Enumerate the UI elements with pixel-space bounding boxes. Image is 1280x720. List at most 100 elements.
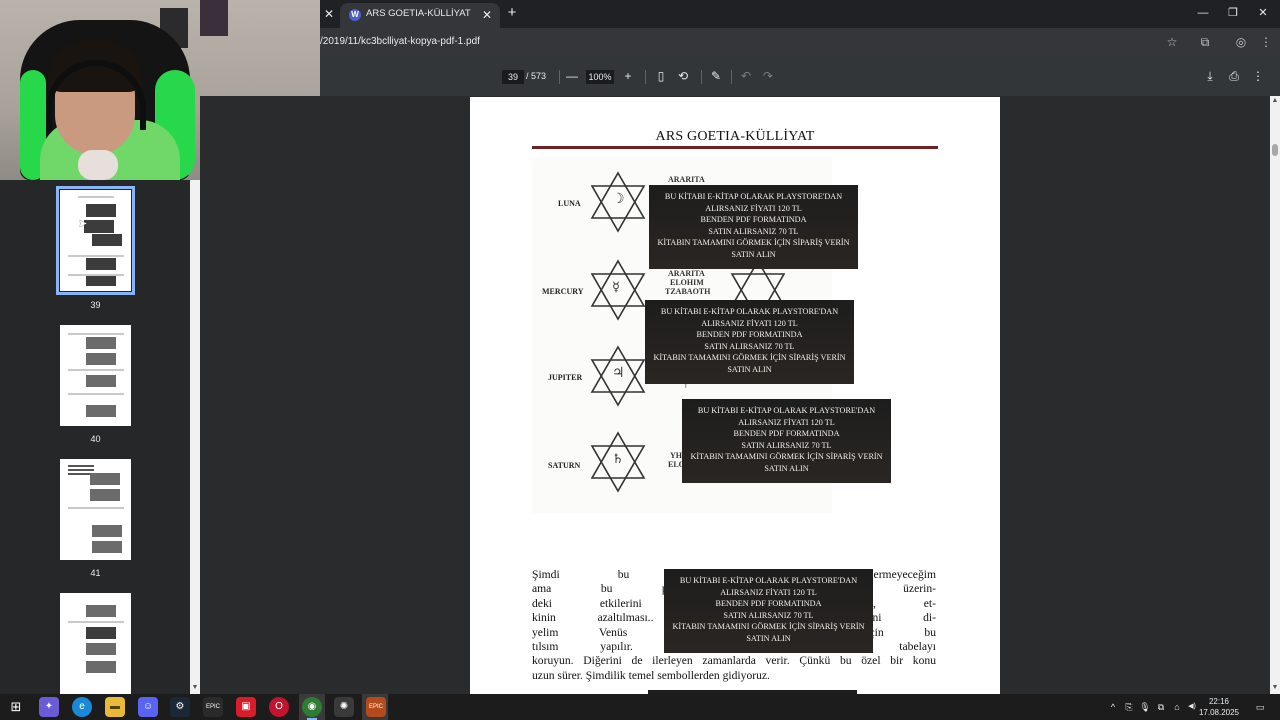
- ad-line: BU KİTABI E-KİTAP OLARAK PLAYSTORE'DAN: [697, 406, 876, 415]
- file-explorer-icon[interactable]: ▬: [105, 697, 125, 717]
- annotate-icon[interactable]: ✎: [709, 69, 723, 83]
- rotate-icon[interactable]: ⟲: [676, 69, 690, 83]
- body-line: uzun sürer. Şimdilik temel sembollerden …: [532, 668, 770, 682]
- thumb-block: [86, 375, 116, 387]
- ad-line: BENDEN PDF FORMATINDA: [700, 215, 807, 225]
- new-tab-button[interactable]: +: [505, 4, 519, 22]
- thumb-line: [78, 196, 114, 198]
- print-icon[interactable]: ⎙: [1227, 69, 1241, 83]
- ad-line: BU KİTABI E-KİTAP OLARAK PLAYSTORE'DAN: [679, 576, 858, 585]
- edge-icon[interactable]: e: [72, 697, 92, 717]
- watermark-ad-box: BU KİTABI E-KİTAP OLARAK PLAYSTORE'DAN A…: [682, 399, 891, 483]
- tray-app-icon[interactable]: ⎘: [1123, 701, 1135, 713]
- epic-games-icon[interactable]: EPIC: [203, 697, 223, 717]
- ad-line: SATIN ALIN: [746, 633, 791, 643]
- start-icon[interactable]: ⊞: [6, 697, 26, 717]
- scroll-up-icon[interactable]: ▲: [1270, 97, 1280, 105]
- ad-line: BENDEN PDF FORMATINDA: [715, 599, 822, 609]
- thumbnail-label: 41: [90, 568, 101, 578]
- extensions-icon[interactable]: ⧉: [1198, 35, 1212, 49]
- minimize-icon[interactable]: —: [1196, 6, 1210, 20]
- mercury-symbol-icon: ☿: [612, 279, 620, 294]
- thumb-block: [90, 473, 120, 485]
- page-thumbnail-40[interactable]: [60, 325, 131, 426]
- undo-icon[interactable]: ↶: [739, 69, 753, 83]
- redo-icon[interactable]: ↷: [761, 69, 775, 83]
- pdf-viewer[interactable]: ARS GOETIA-KÜLLİYAT LUNA MERCURY JUPITER…: [200, 96, 1280, 717]
- clock-time: 22:16: [1208, 697, 1230, 706]
- webcam-hand: [78, 150, 118, 180]
- steam-icon[interactable]: ⚙: [170, 697, 190, 717]
- page-thumbnail-39[interactable]: [56, 186, 135, 295]
- pdf-more-icon[interactable]: ⋮: [1251, 69, 1265, 83]
- zoom-out-icon[interactable]: —: [565, 69, 579, 83]
- page-number-input[interactable]: 39: [502, 70, 524, 84]
- thumb-block: [86, 258, 116, 270]
- profile-icon[interactable]: ◎: [1234, 35, 1248, 49]
- discord-icon[interactable]: ☺: [138, 697, 158, 717]
- ad-line: SATIN ALIN: [764, 463, 809, 473]
- thumb-line: [68, 473, 90, 475]
- previous-tab-close-icon[interactable]: ✕: [322, 6, 336, 22]
- thumb-block: [86, 276, 116, 286]
- ad-line: KİTABIN TAMAMINI GÖRMEK İÇİN SİPARİŞ VER…: [657, 238, 850, 248]
- red-app-icon[interactable]: ▣: [236, 697, 256, 717]
- page-title: ARS GOETIA-KÜLLİYAT: [655, 129, 815, 144]
- thumb-block: [92, 525, 122, 537]
- thumb-line: [68, 469, 94, 471]
- tab-title: ARS GOETIA-KÜLLİYAT: [366, 8, 471, 19]
- watermark-ad-box: BU KİTABI E-KİTAP OLARAK PLAYSTORE'DAN A…: [664, 569, 873, 653]
- mouse-cursor-icon: ➤: [78, 218, 88, 230]
- address-bar[interactable]: /2019/11/kc3bclliyat-kopya-pdf-1.pdf: [320, 36, 480, 47]
- webcam-poster: [200, 0, 228, 36]
- thumb-block: [86, 353, 116, 365]
- ad-line: KİTABIN TAMAMINI GÖRMEK İÇİN SİPARİŞ VER…: [653, 353, 846, 363]
- ad-line: BENDEN PDF FORMATINDA: [696, 330, 803, 340]
- restore-icon[interactable]: ❐: [1226, 6, 1240, 20]
- scrollbar-thumb[interactable]: [1272, 144, 1278, 156]
- hebrew-label: TZABAOTH: [665, 287, 711, 296]
- ad-line: ALIRSANIZ FİYATI 120 TL: [705, 203, 802, 213]
- scroll-down-icon[interactable]: ▼: [190, 684, 200, 692]
- viewer-scrollbar[interactable]: ▲ ▼: [1270, 96, 1280, 694]
- copilot-icon[interactable]: ✦: [39, 697, 59, 717]
- zoom-level-input[interactable]: 100%: [586, 70, 614, 84]
- ad-line: KİTABIN TAMAMINI GÖRMEK İÇİN SİPARİŞ VER…: [690, 452, 883, 462]
- watermark-ad-box: BU KİTABI E-KİTAP OLARAK PLAYSTORE'DAN A…: [649, 185, 858, 269]
- tray-chevron-icon[interactable]: ^: [1107, 701, 1119, 713]
- chrome-icon[interactable]: ◉: [302, 697, 322, 717]
- thumb-block: [86, 204, 116, 217]
- zoom-in-icon[interactable]: +: [621, 69, 635, 83]
- windows-taskbar: ⊞ ✦ e ▬ ☺ ⚙ EPIC ▣ O ◉ ✺ EPIC ^ ⎘ 🎙 ⧉ ⌂ …: [0, 694, 1280, 720]
- clock-date: 17.08.2025: [1198, 708, 1240, 717]
- active-tab[interactable]: W ARS GOETIA-KÜLLİYAT ✕: [340, 3, 500, 28]
- fit-page-icon[interactable]: ▯: [654, 69, 668, 83]
- page-thumbnail-42[interactable]: [60, 593, 131, 694]
- microphone-icon[interactable]: 🎙: [1139, 701, 1151, 713]
- ad-line: ALIRSANIZ FİYATI 120 TL: [720, 587, 817, 597]
- opera-icon[interactable]: O: [269, 697, 289, 717]
- epic-games-2-icon[interactable]: EPIC: [366, 697, 386, 717]
- ad-line: KİTABIN TAMAMINI GÖRMEK İÇİN SİPARİŞ VER…: [672, 622, 865, 632]
- page-total: / 573: [526, 71, 547, 81]
- thumbnail-label: 39: [90, 300, 101, 310]
- planet-label: MERCURY: [542, 287, 584, 296]
- tab-close-icon[interactable]: ✕: [482, 7, 492, 23]
- browser-menu-icon[interactable]: ⋮: [1259, 35, 1273, 49]
- saturn-symbol-icon: ♄: [612, 451, 624, 466]
- system-clock[interactable]: 22:16 17.08.2025: [1198, 696, 1240, 718]
- scroll-down-icon[interactable]: ▼: [1270, 684, 1280, 692]
- sidebar-scrollbar[interactable]: ▼: [190, 180, 200, 694]
- page-thumbnail-41[interactable]: [60, 459, 131, 560]
- pdf-page: ARS GOETIA-KÜLLİYAT LUNA MERCURY JUPITER…: [470, 97, 1000, 717]
- window-close-icon[interactable]: ✕: [1256, 6, 1270, 20]
- thumb-block: [84, 220, 114, 233]
- volume-icon[interactable]: ◀): [1186, 701, 1198, 713]
- notification-icon[interactable]: ▭: [1254, 701, 1266, 713]
- wordpress-favicon-icon: W: [349, 9, 361, 21]
- bookmark-star-icon[interactable]: ☆: [1165, 35, 1179, 49]
- gear-app-icon[interactable]: ✺: [334, 697, 354, 717]
- download-icon[interactable]: ⤓: [1203, 69, 1217, 83]
- tray-window-icon[interactable]: ⧉: [1155, 701, 1167, 713]
- network-icon[interactable]: ⌂: [1171, 701, 1183, 713]
